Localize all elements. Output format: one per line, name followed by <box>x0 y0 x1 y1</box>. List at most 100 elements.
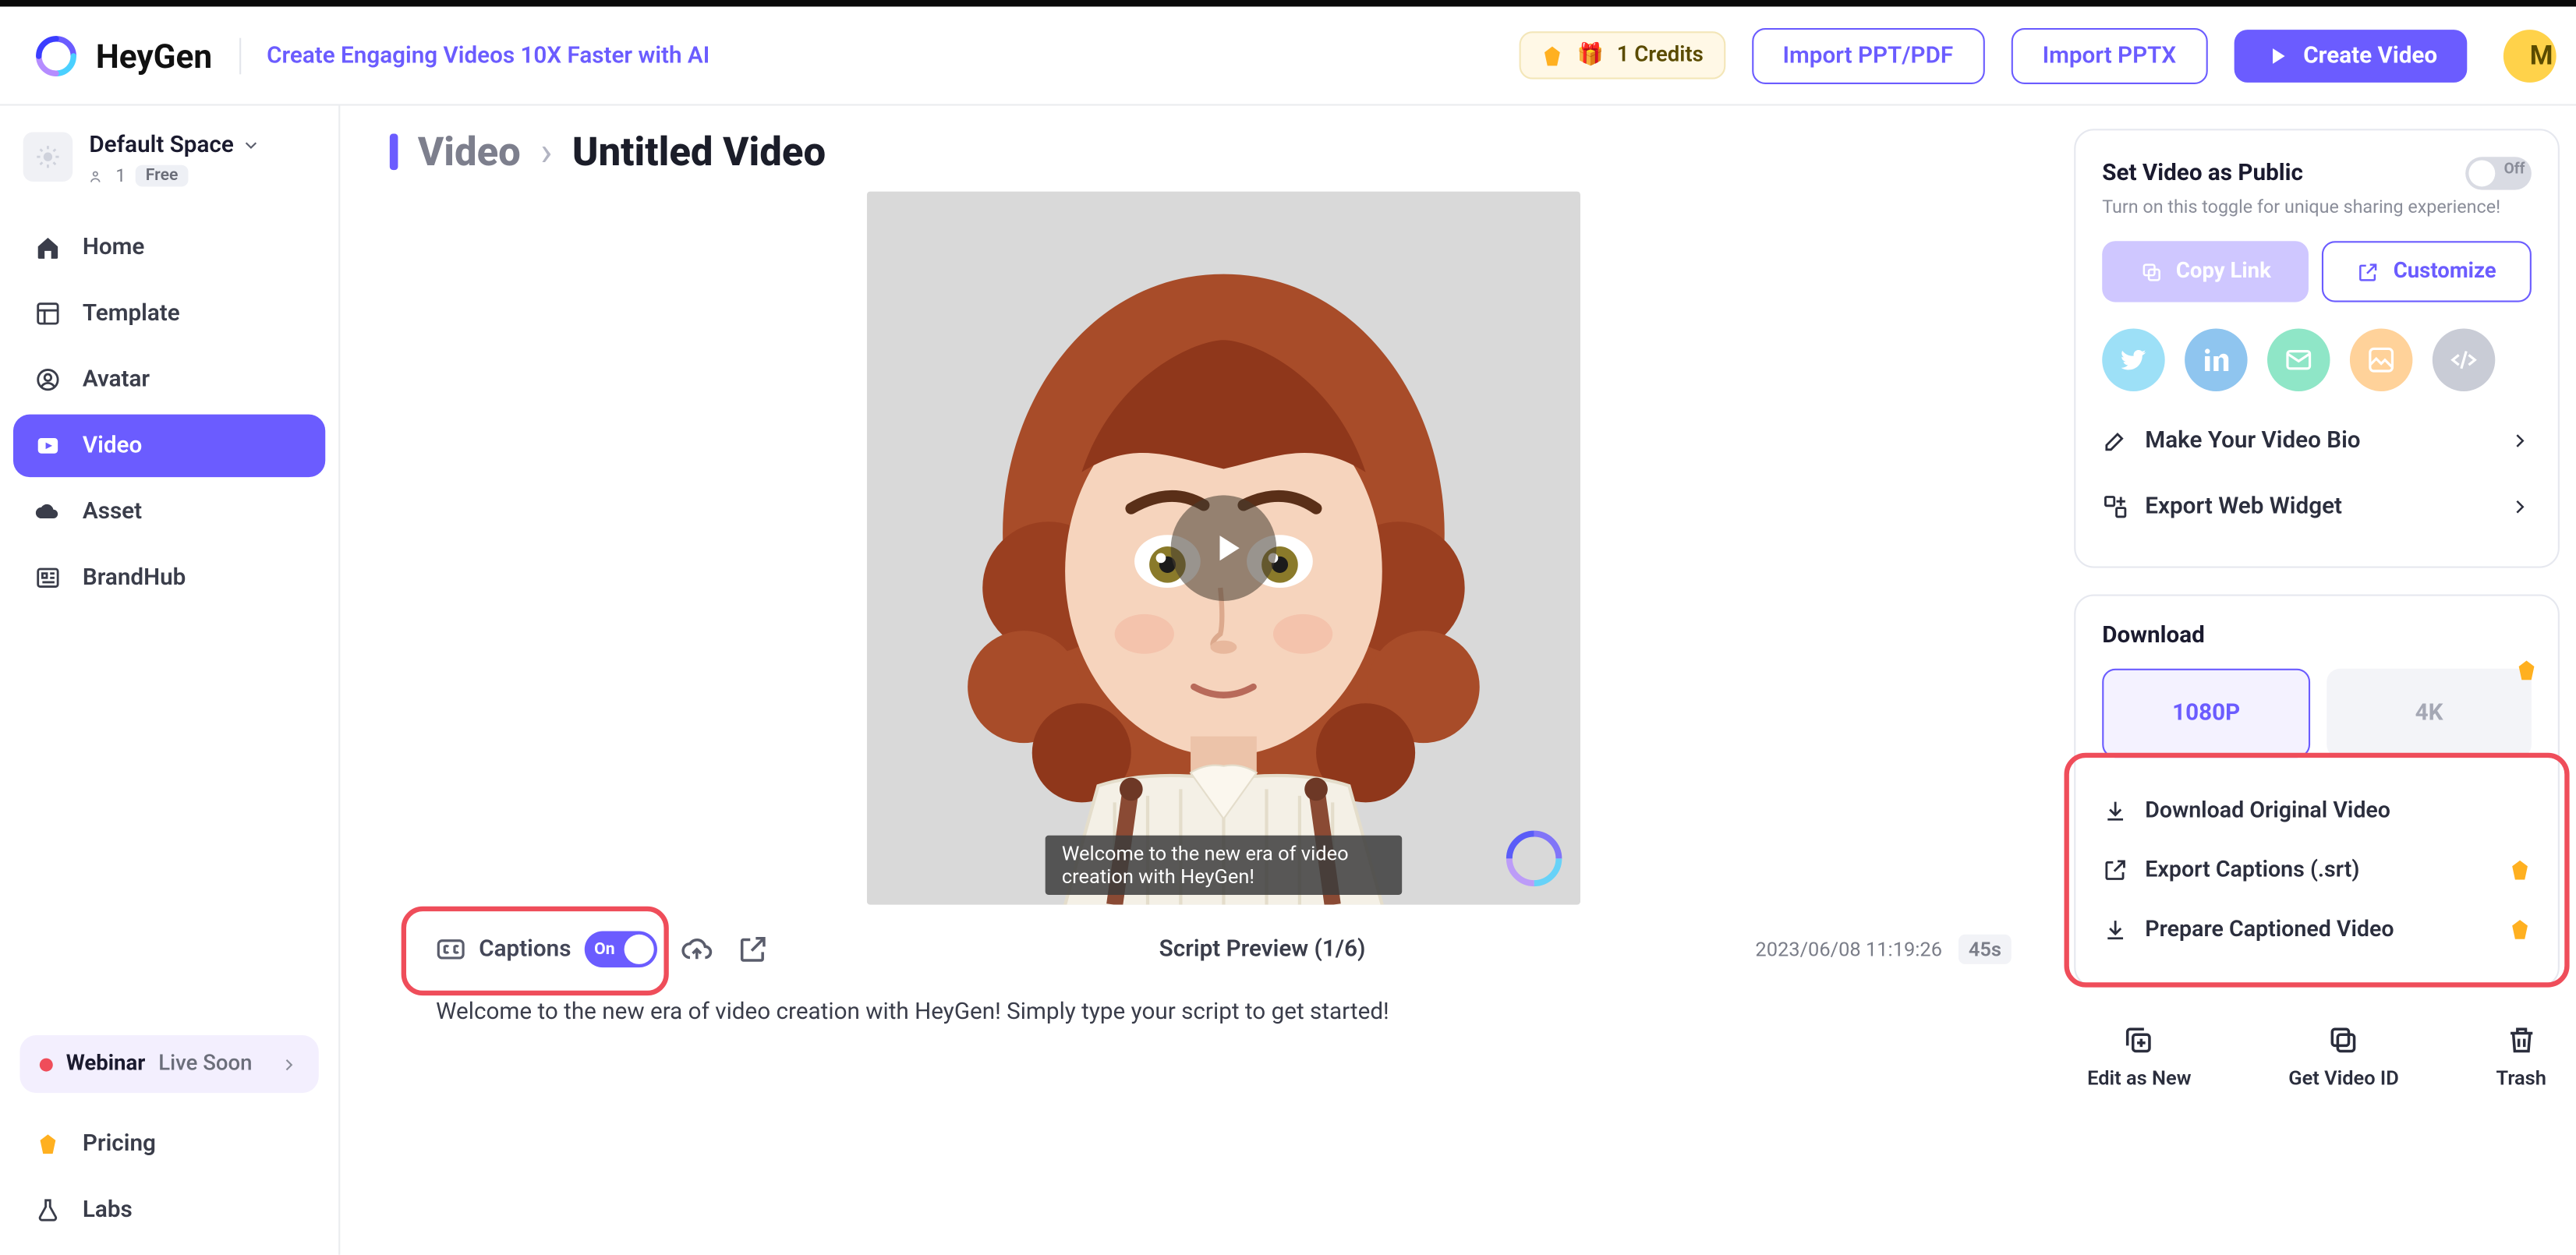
live-dot-icon <box>40 1058 53 1071</box>
caption-overlay: Welcome to the new era of video creation… <box>1046 836 1402 895</box>
upload-cloud-icon[interactable] <box>680 933 713 966</box>
logo[interactable]: HeyGen <box>33 32 212 78</box>
chevron-right-icon <box>2508 430 2532 453</box>
space-switcher[interactable]: Default Space 1 Free <box>13 122 325 203</box>
sidebar: Default Space 1 Free Home Template <box>0 106 340 1255</box>
share-linkedin[interactable] <box>2185 328 2247 391</box>
timestamp: 2023/06/08 11:19:26 <box>1755 938 1942 961</box>
home-icon <box>33 233 62 263</box>
share-embed[interactable] <box>2433 328 2495 391</box>
download-1080p[interactable]: 1080P <box>2102 669 2310 758</box>
download-icon <box>2102 797 2128 824</box>
copy-icon <box>2139 260 2163 284</box>
watermark-icon <box>1501 825 1567 892</box>
trash-icon <box>2505 1023 2538 1056</box>
create-video-label: Create Video <box>2303 42 2437 69</box>
copy-icon <box>2327 1023 2360 1056</box>
users-icon <box>89 168 105 184</box>
get-video-id-button[interactable]: Get Video ID <box>2288 1023 2399 1090</box>
webinar-banner[interactable]: Webinar Live Soon <box>19 1035 318 1093</box>
script-preview-label: Script Preview (1/6) <box>792 936 1732 963</box>
breadcrumb-root[interactable]: Video <box>418 129 521 175</box>
user-avatar[interactable]: M <box>2503 29 2557 82</box>
prepare-captioned[interactable]: Prepare Captioned Video <box>2102 900 2532 959</box>
sidebar-item-brandhub[interactable]: BrandHub <box>13 546 325 609</box>
chevron-right-icon: › <box>540 129 552 175</box>
divider <box>239 37 240 74</box>
cc-icon <box>436 935 465 964</box>
external-link-icon <box>2357 260 2380 284</box>
customize-button[interactable]: Customize <box>2322 241 2532 302</box>
breadcrumb: Video › Untitled Video <box>390 129 2058 175</box>
chevron-right-icon <box>2508 495 2532 518</box>
import-pptx-button[interactable]: Import PPTX <box>2011 27 2207 83</box>
share-email[interactable] <box>2267 328 2330 391</box>
play-button[interactable] <box>1171 495 1277 601</box>
credits-chip[interactable]: 🎁 1 Credits <box>1519 31 1725 79</box>
avatar-icon <box>33 365 62 394</box>
sidebar-item-video[interactable]: Video <box>13 415 325 477</box>
credits-label: 1 Credits <box>1617 43 1704 68</box>
public-title: Set Video as Public <box>2102 160 2303 186</box>
flask-icon <box>33 1195 62 1225</box>
logo-icon <box>33 32 79 78</box>
brand-text: HeyGen <box>96 36 212 76</box>
captions-label: Captions <box>479 936 571 963</box>
sidebar-item-home[interactable]: Home <box>13 216 325 278</box>
public-hint: Turn on this toggle for unique sharing e… <box>2102 196 2532 218</box>
edit-icon <box>2102 428 2128 454</box>
video-icon <box>33 431 62 461</box>
premium-icon <box>2515 659 2539 682</box>
breadcrumb-current: Untitled Video <box>572 129 826 175</box>
template-icon <box>33 299 62 328</box>
chevron-down-icon <box>240 136 260 155</box>
public-toggle[interactable]: Off <box>2465 157 2532 189</box>
gift-icon: 🎁 <box>1576 43 1603 68</box>
download-card: Download 1080P 4K Download Original Vide… <box>2074 594 2560 987</box>
download-4k[interactable]: 4K <box>2327 669 2532 758</box>
sidebar-item-labs[interactable]: Labs <box>13 1179 325 1241</box>
export-captions[interactable]: Export Captions (.srt) <box>2102 840 2532 900</box>
sidebar-item-avatar[interactable]: Avatar <box>13 348 325 411</box>
copy-link-button[interactable]: Copy Link <box>2102 241 2309 302</box>
download-icon <box>2102 916 2128 942</box>
captions-toggle[interactable]: On <box>584 932 656 968</box>
download-title: Download <box>2102 622 2532 649</box>
coin-icon <box>1541 44 1564 67</box>
space-icon <box>23 132 73 182</box>
cloud-icon <box>33 497 62 527</box>
space-name: Default Space <box>89 132 233 158</box>
play-plus-icon <box>2263 42 2290 69</box>
video-bio-link[interactable]: Make Your Video Bio <box>2102 408 2532 474</box>
widget-icon <box>2102 493 2128 520</box>
crumb-accent <box>390 134 398 171</box>
tagline: Create Engaging Videos 10X Faster with A… <box>267 42 709 69</box>
external-link-icon <box>2102 857 2128 883</box>
download-original[interactable]: Download Original Video <box>2102 781 2532 840</box>
export-widget-link[interactable]: Export Web Widget <box>2102 474 2532 540</box>
trash-button[interactable]: Trash <box>2496 1023 2546 1090</box>
sidebar-item-template[interactable]: Template <box>13 282 325 345</box>
duration-chip: 45s <box>1959 935 2012 964</box>
import-ppt-pdf-button[interactable]: Import PPT/PDF <box>1751 27 1984 83</box>
create-video-button[interactable]: Create Video <box>2234 29 2467 82</box>
external-link-icon[interactable] <box>736 933 769 966</box>
sidebar-item-asset[interactable]: Asset <box>13 480 325 543</box>
header: HeyGen Create Engaging Videos 10X Faster… <box>0 6 2576 105</box>
premium-icon <box>2508 858 2532 882</box>
script-text: Welcome to the new era of video creation… <box>406 984 2041 1063</box>
captions-control: Captions On <box>436 932 656 968</box>
premium-icon <box>2508 918 2532 942</box>
share-card: Set Video as Public Off Turn on this tog… <box>2074 129 2560 567</box>
edit-as-new-button[interactable]: Edit as New <box>2087 1023 2191 1090</box>
member-count: 1 <box>115 165 126 187</box>
coin-icon <box>33 1130 62 1159</box>
plan-badge: Free <box>136 165 188 187</box>
duplicate-icon <box>2123 1023 2156 1056</box>
share-twitter[interactable] <box>2102 328 2164 391</box>
chevron-right-icon <box>279 1054 299 1073</box>
brandhub-icon <box>33 563 62 592</box>
sidebar-item-pricing[interactable]: Pricing <box>13 1113 325 1175</box>
video-player[interactable]: Welcome to the new era of video creation… <box>867 192 1580 905</box>
share-image[interactable] <box>2350 328 2412 391</box>
